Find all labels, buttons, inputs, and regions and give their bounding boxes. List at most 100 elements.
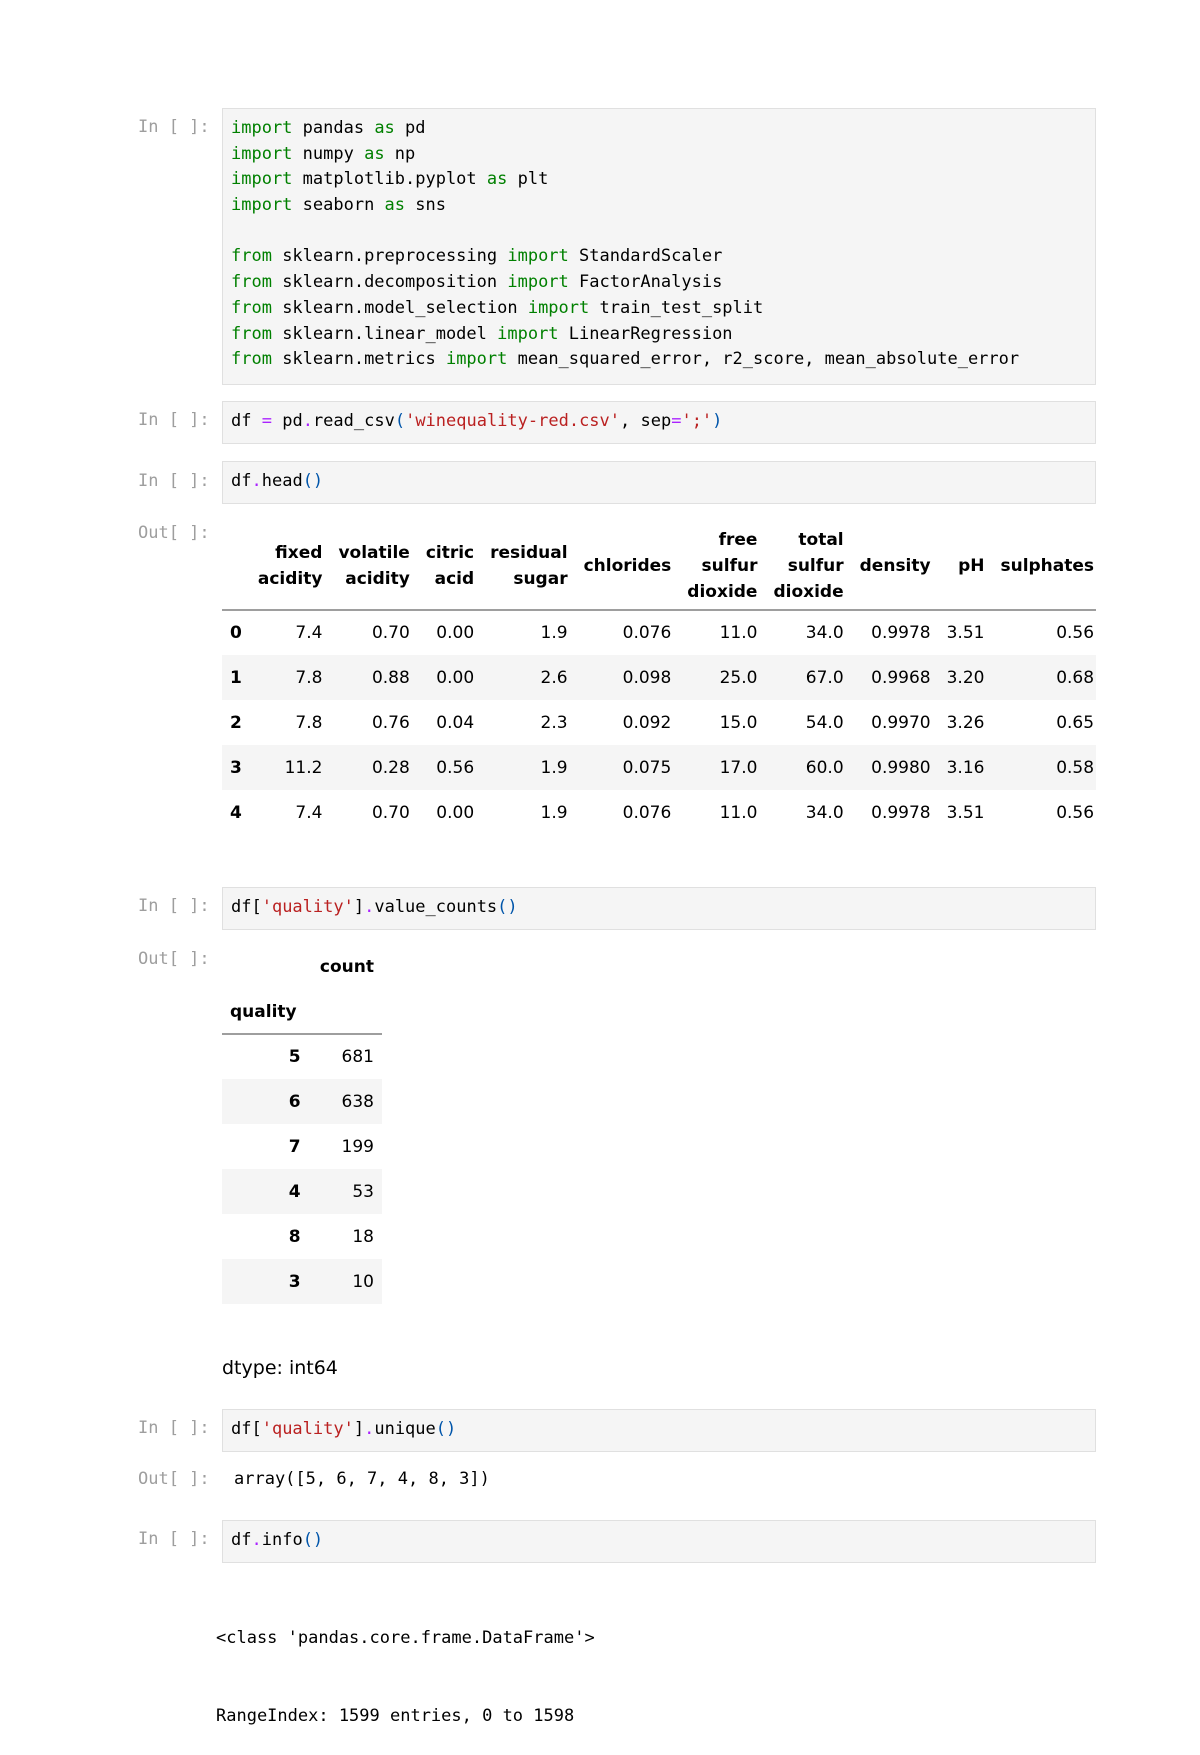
code-token: train_test_split (589, 297, 764, 318)
row-index: 5 (288, 1047, 301, 1067)
table-cell: 0.88 (371, 667, 410, 688)
table-cell: 681 (341, 1047, 374, 1067)
value-counts-output: count quality 5 681 6 638 7 199 4 53 8 18 3 10 (222, 944, 382, 1304)
table-cell: 11.0 (719, 623, 758, 643)
table-row: 5 681 (222, 1034, 382, 1079)
table-cell: 0.076 (622, 623, 672, 643)
code-cell-read-csv[interactable]: df = pd.read_csv('winequality-red.csv', … (222, 401, 1096, 444)
info-line: <class 'pandas.core.frame.DataFrame'> (216, 1628, 595, 1648)
table-cell: 1.9 (540, 757, 568, 778)
table-row: 3 10 (222, 1259, 382, 1304)
code-cell-info[interactable]: df.info() (222, 1520, 1096, 1563)
code-token: 'quality' (261, 1419, 354, 1439)
table-cell: 3.16 (946, 757, 985, 778)
table-row: 8 18 (222, 1214, 382, 1259)
dtype-label: dtype: int64 (222, 1357, 338, 1379)
code-token: sklearn.linear_model (271, 323, 498, 344)
code-token: unique (374, 1419, 436, 1439)
table-cell: 2.6 (540, 667, 568, 688)
table-cell: 0.76 (371, 712, 410, 733)
column-header-word: fixed (275, 542, 323, 563)
table-cell: 0.9968 (871, 667, 931, 688)
table-row: 7 199 (222, 1124, 382, 1169)
column-header-word: density (859, 555, 931, 576)
code-token: () (302, 1530, 324, 1550)
code-token: ) (712, 411, 723, 431)
code-token: read_csv (312, 411, 395, 431)
code-token: pd (271, 411, 303, 431)
table-cell: 0.9978 (871, 623, 931, 643)
table-cell: 199 (341, 1136, 374, 1157)
code-line: df['quality'].unique() (231, 1417, 1087, 1443)
table-cell: 0.58 (1056, 757, 1095, 778)
row-index: 8 (288, 1226, 301, 1247)
code-token: import (507, 246, 569, 267)
code-token: 'quality' (261, 897, 354, 917)
column-header-word: total (798, 529, 844, 550)
table-cell: 638 (341, 1091, 374, 1112)
code-token: import (231, 169, 293, 190)
code-line: df.head() (231, 469, 1087, 495)
code-token: sklearn.metrics (271, 349, 446, 370)
code-token: import (507, 272, 569, 293)
code-token: from (231, 272, 272, 293)
code-token: matplotlib.pyplot (292, 169, 487, 190)
table-cell: 0.56 (436, 757, 475, 778)
table-header-row: count (222, 944, 382, 990)
column-header: density (852, 522, 939, 610)
code-cell-head[interactable]: df.head() (222, 461, 1096, 504)
code-token: from (231, 246, 272, 267)
code-token: as (374, 118, 395, 138)
table-row: 1 7.8 0.88 0.00 2.6 0.098 25.0 67.0 0.9968 3.20 0.… (222, 655, 1096, 700)
code-token: () (497, 897, 518, 917)
row-index: 1 (230, 667, 242, 688)
table-cell: 3.51 (946, 623, 985, 643)
code-token: sklearn.decomposition (271, 272, 508, 293)
code-token: pandas (292, 118, 375, 138)
row-index: 3 (230, 757, 242, 778)
code-token: () (435, 1419, 457, 1439)
table-cell: 0.092 (622, 712, 672, 733)
index-name-quality: quality (230, 1001, 297, 1022)
code-token: () (302, 471, 324, 491)
code-token: sklearn.model_selection (271, 297, 528, 318)
table-cell: 0.56 (1056, 802, 1095, 823)
code-token: seaborn (292, 195, 385, 216)
code-line: import matplotlib.pyplot as plt (231, 167, 1087, 193)
table-cell: 15.0 (719, 712, 758, 733)
table-cell: 0.04 (436, 712, 475, 733)
code-cell-imports[interactable]: import pandas as pd import numpy as np imp… (222, 108, 1096, 385)
table-cell: 60.0 (805, 757, 844, 778)
table-cell: 1.9 (540, 802, 568, 823)
code-cell-unique[interactable]: df['quality'].unique() (222, 1409, 1096, 1452)
value-counts-table: count quality 5 681 6 638 7 199 4 53 8 18 3 10 (222, 944, 382, 1304)
table-cell: 34.0 (805, 802, 844, 823)
table-cell: 0.098 (622, 667, 672, 688)
code-line: from sklearn.model_selection import trai… (231, 296, 1087, 322)
code-line: df['quality'].value_counts() (231, 895, 1087, 921)
table-cell: 0.28 (371, 757, 410, 778)
column-header: residual sugar (482, 522, 575, 610)
code-token: value_counts (374, 897, 498, 917)
code-token: = (261, 411, 272, 431)
code-token: as (364, 143, 385, 164)
code-line: df = pd.read_csv('winequality-red.csv', … (231, 409, 1087, 435)
code-token: FactorAnalysis (568, 272, 723, 293)
code-token: . (364, 1419, 375, 1439)
info-output: <class 'pandas.core.frame.DataFrame'> Ra… (216, 1573, 595, 1755)
column-header-word: chlorides (583, 555, 672, 576)
code-cell-value-counts[interactable]: df['quality'].value_counts() (222, 887, 1096, 930)
table-cell: 0.00 (436, 667, 475, 688)
table-cell: 34.0 (805, 623, 844, 643)
table-cell: 53 (352, 1181, 374, 1202)
cell-prompt: In [ ]: (138, 1529, 210, 1549)
head-dataframe-table: fixed acidity volatile acidity citric acid res… (222, 522, 1096, 835)
code-token: sklearn.preprocessing (271, 246, 508, 267)
code-token: plt (507, 169, 549, 190)
table-row: 4 7.4 0.70 0.00 1.9 0.076 11.0 34.0 0.9978 3.51 0.… (222, 790, 1096, 835)
table-cell: 67.0 (805, 667, 844, 688)
table-cell: 0.68 (1056, 667, 1095, 688)
output-prompt: Out[ ]: (138, 1469, 210, 1489)
column-header: volatile acidity (330, 522, 417, 610)
